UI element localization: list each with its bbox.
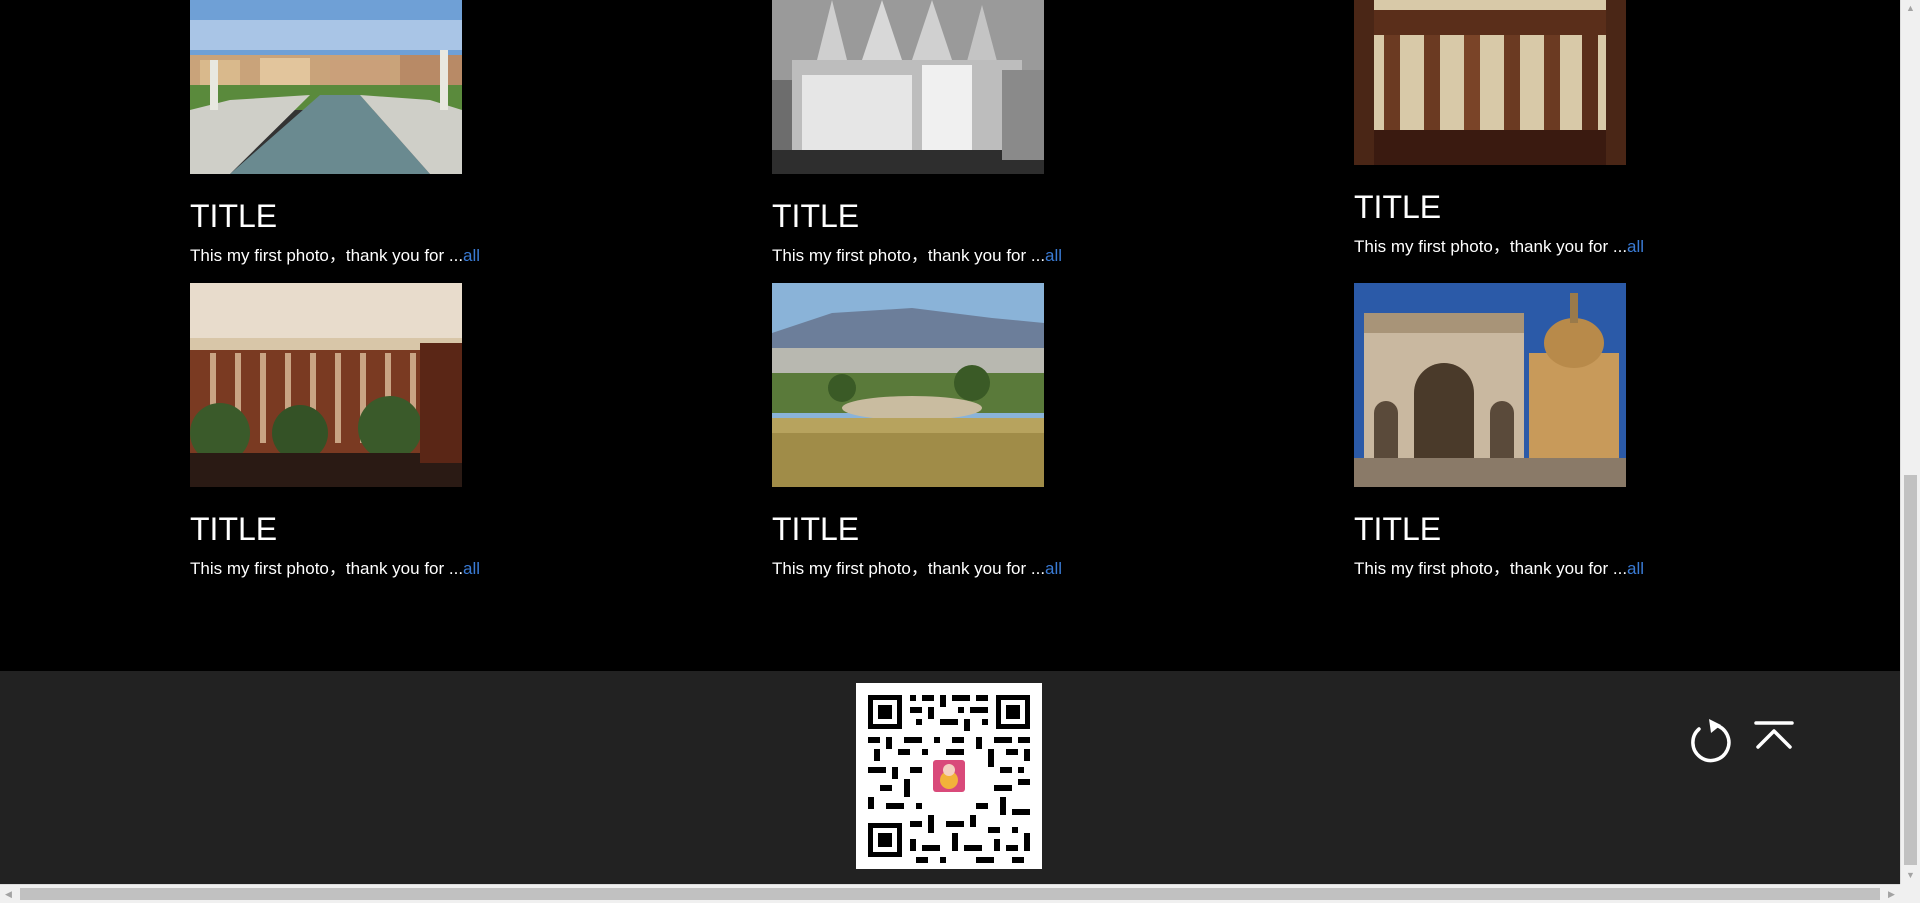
card-title: TITLE bbox=[772, 511, 860, 547]
scroll-down-arrow-icon[interactable]: ▼ bbox=[1901, 867, 1920, 884]
read-more-link[interactable]: all bbox=[1045, 246, 1062, 265]
scroll-right-arrow-icon[interactable]: ▶ bbox=[1883, 885, 1900, 903]
qr-code-image bbox=[856, 683, 1042, 869]
horizontal-scrollbar[interactable]: ◀ ▶ bbox=[0, 884, 1900, 903]
card-description: This my first photo，thank you for ...all bbox=[772, 559, 1172, 579]
gallery: TITLE This my first photo，thank you for … bbox=[0, 0, 1900, 671]
gallery-card: TITLE This my first photo，thank you for … bbox=[190, 283, 590, 579]
read-more-link[interactable]: all bbox=[1627, 559, 1644, 578]
read-more-link[interactable]: all bbox=[463, 246, 480, 265]
back-to-top-icon[interactable] bbox=[1750, 711, 1798, 767]
vertical-scrollbar-thumb[interactable] bbox=[1904, 475, 1917, 865]
card-title: TITLE bbox=[1354, 511, 1442, 547]
card-description-text: This my first photo，thank you for ... bbox=[190, 559, 464, 578]
gallery-card: TITLE This my first photo，thank you for … bbox=[1354, 0, 1754, 257]
card-description: This my first photo，thank you for ...all bbox=[772, 246, 1172, 266]
card-description: This my first photo，thank you for ...all bbox=[1354, 237, 1754, 257]
card-description-text: This my first photo，thank you for ... bbox=[772, 559, 1046, 578]
scroll-up-arrow-icon[interactable]: ▲ bbox=[1901, 0, 1920, 17]
card-description: This my first photo，thank you for ...all bbox=[190, 559, 590, 579]
card-title: TITLE bbox=[190, 198, 278, 234]
gallery-card: TITLE This my first photo，thank you for … bbox=[772, 0, 1172, 266]
scroll-left-arrow-icon[interactable]: ◀ bbox=[0, 885, 17, 903]
scrollbar-corner bbox=[1900, 884, 1920, 903]
gallery-card: TITLE This my first photo，thank you for … bbox=[772, 283, 1172, 579]
canal-with-statues-photo[interactable] bbox=[190, 0, 462, 174]
card-description: This my first photo，thank you for ...all bbox=[1354, 559, 1754, 579]
vertical-scrollbar[interactable]: ▲ ▼ bbox=[1900, 0, 1920, 884]
read-more-link[interactable]: all bbox=[463, 559, 480, 578]
card-description: This my first photo，thank you for ...all bbox=[190, 246, 590, 266]
gallery-card: TITLE This my first photo，thank you for … bbox=[1354, 283, 1754, 579]
ancient-theater-landscape-photo[interactable] bbox=[772, 283, 1044, 487]
read-more-link[interactable]: all bbox=[1627, 237, 1644, 256]
gallery-card: TITLE This my first photo，thank you for … bbox=[190, 0, 590, 266]
horizontal-scrollbar-thumb[interactable] bbox=[20, 888, 1880, 900]
gothic-cathedral-photo[interactable] bbox=[772, 0, 1044, 174]
brandenburg-gate-photo[interactable] bbox=[1354, 0, 1626, 165]
card-description-text: This my first photo，thank you for ... bbox=[190, 246, 464, 265]
card-description-text: This my first photo，thank you for ... bbox=[1354, 237, 1628, 256]
footer bbox=[0, 671, 1900, 884]
card-title: TITLE bbox=[190, 511, 278, 547]
refresh-icon[interactable] bbox=[1685, 711, 1733, 767]
card-title: TITLE bbox=[1354, 189, 1442, 225]
read-more-link[interactable]: all bbox=[1045, 559, 1062, 578]
card-title: TITLE bbox=[772, 198, 860, 234]
roman-triumphal-arch-photo[interactable] bbox=[1354, 283, 1626, 487]
colonnade-museum-photo[interactable] bbox=[190, 283, 462, 487]
card-description-text: This my first photo，thank you for ... bbox=[1354, 559, 1628, 578]
page: TITLE This my first photo，thank you for … bbox=[0, 0, 1920, 903]
card-description-text: This my first photo，thank you for ... bbox=[772, 246, 1046, 265]
